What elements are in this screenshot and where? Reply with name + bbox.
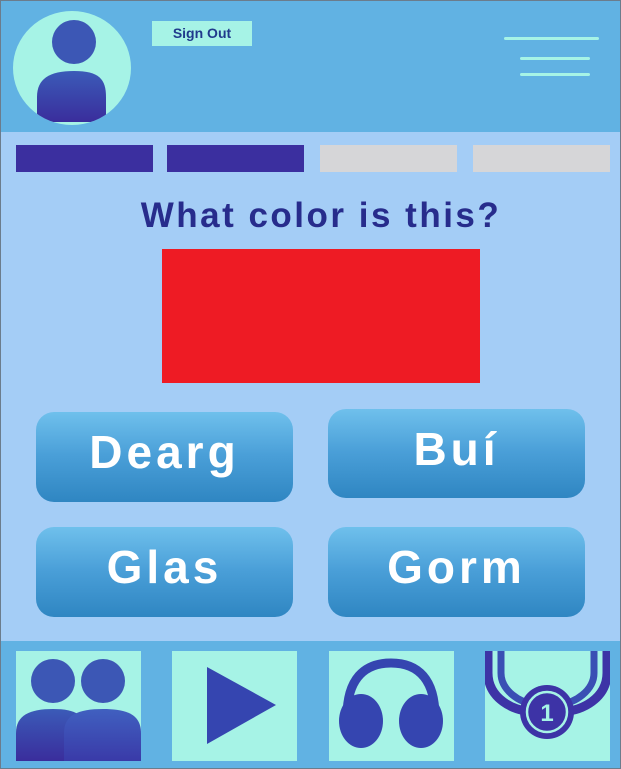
hamburger-menu-icon[interactable] <box>501 33 601 81</box>
nav-listen-button[interactable] <box>329 651 454 761</box>
color-swatch <box>162 249 480 383</box>
headphones-icon <box>339 658 443 748</box>
menu-line <box>504 37 599 40</box>
nav-friends-button[interactable] <box>16 651 141 761</box>
answer-button-1[interactable]: Dearg <box>36 412 293 502</box>
progress-segment-complete <box>16 145 153 172</box>
question-text: What color is this? <box>140 196 502 235</box>
user-avatar-icon[interactable] <box>13 11 131 125</box>
progress-segment-incomplete <box>473 145 610 172</box>
progress-segment-incomplete <box>320 145 457 172</box>
medal-badge-number: 1 <box>540 700 553 727</box>
nav-achievements-button[interactable]: 1 <box>485 651 610 761</box>
answer-button-3[interactable]: Glas <box>36 527 293 617</box>
progress-segment-complete <box>167 145 304 172</box>
play-icon <box>207 667 276 744</box>
medal-icon: 1 <box>485 651 610 739</box>
menu-line <box>520 57 590 60</box>
quiz-screen: Sign Out What color is this? Dearg Buí G… <box>0 0 621 769</box>
nav-play-button[interactable] <box>172 651 297 761</box>
menu-line <box>520 73 590 76</box>
bottom-nav: 1 <box>1 641 620 768</box>
friends-icon <box>16 659 141 761</box>
sign-out-button[interactable]: Sign Out <box>152 21 252 46</box>
top-bar: Sign Out <box>1 1 620 132</box>
answer-button-4[interactable]: Gorm <box>328 527 585 617</box>
answer-button-2[interactable]: Buí <box>328 409 585 498</box>
